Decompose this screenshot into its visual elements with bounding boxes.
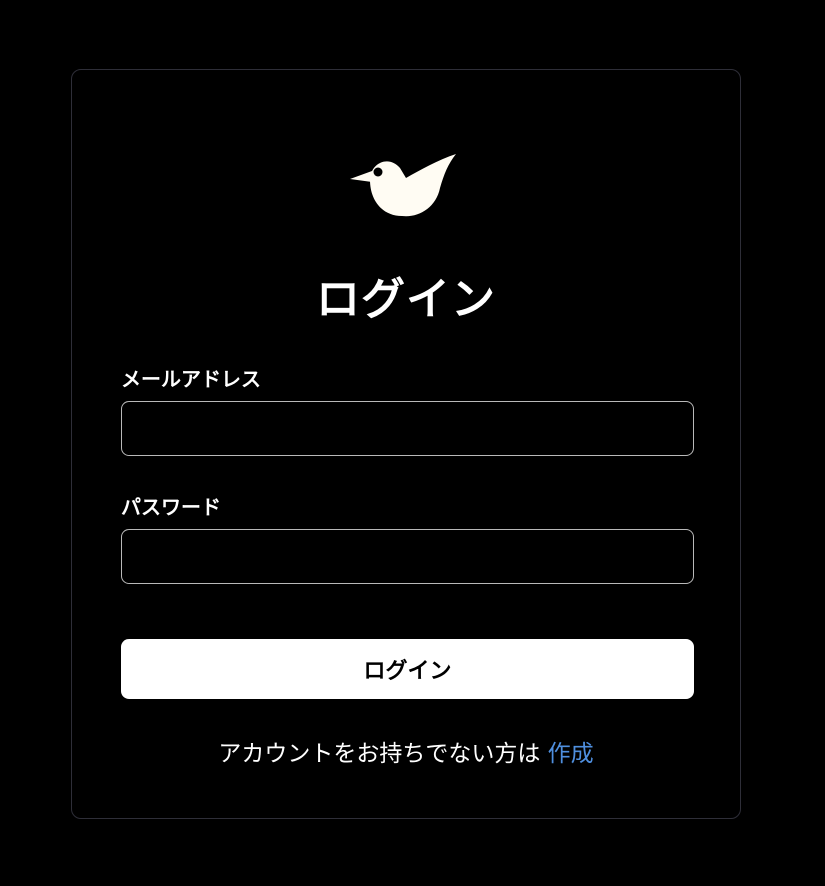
bird-eye: [373, 167, 383, 177]
bird-beak: [350, 171, 372, 182]
bird-icon: [350, 154, 456, 217]
bird-body: [370, 154, 456, 217]
signup-link[interactable]: 作成: [548, 741, 594, 767]
signup-prompt: アカウントをお持ちでない方は 作成: [72, 738, 740, 770]
page-title: ログイン: [316, 274, 496, 325]
password-field[interactable]: [121, 529, 694, 584]
login-button[interactable]: ログイン: [121, 639, 694, 699]
password-label: パスワード: [121, 495, 221, 519]
email-field[interactable]: [121, 401, 694, 456]
signup-prompt-text: アカウントをお持ちでない方は: [218, 741, 548, 767]
login-card: ログイン メールアドレス パスワード ログイン アカウントをお持ちでない方は 作…: [71, 69, 741, 819]
email-label: メールアドレス: [121, 367, 261, 391]
